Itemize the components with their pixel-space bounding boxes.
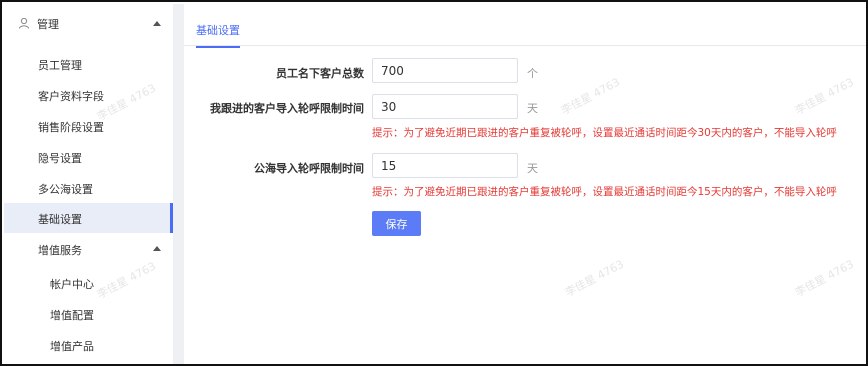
sidebar-item-account-center[interactable]: 帐户中心 (4, 268, 173, 298)
sidebar-item-value-products[interactable]: 增值产品 (4, 330, 173, 360)
unit-label: 天 (527, 162, 538, 175)
sidebar-item-label: 隐号设置 (38, 152, 82, 165)
hint-text: 提示：为了避免近期已跟进的客户重复被轮呼，设置最近通话时间距今15天内的客户，不… (372, 186, 837, 198)
field-label-followup-limit: 我跟进的客户导入轮呼限制时间 (210, 102, 364, 115)
sidebar-item-label: 增值配置 (50, 309, 94, 322)
unit-label: 个 (527, 67, 538, 80)
chevron-up-icon (153, 21, 161, 26)
sidebar-section-manage[interactable]: 管理 (4, 4, 173, 44)
sidebar-item-label: 销售阶段设置 (38, 121, 104, 134)
sidebar-item-basic-settings[interactable]: 基础设置 (4, 203, 173, 233)
sidebar-item-label: 增值产品 (50, 340, 94, 353)
sidebar-group-value-added[interactable]: 增值服务 (4, 234, 173, 264)
followup-limit-input[interactable] (372, 94, 518, 119)
save-button[interactable]: 保存 (372, 211, 421, 236)
hint-text: 提示：为了避免近期已跟进的客户重复被轮呼，设置最近通话时间距今30天内的客户，不… (372, 127, 837, 139)
sidebar-group-title: 增值服务 (38, 244, 82, 257)
tab-bar: 基础设置 (184, 4, 866, 48)
field-label-customer-total: 员工名下客户总数 (276, 67, 364, 80)
sidebar-item-multi-pool[interactable]: 多公海设置 (4, 173, 173, 203)
pool-limit-input[interactable] (372, 153, 518, 178)
unit-label: 天 (527, 102, 538, 115)
sidebar-divider (173, 4, 184, 364)
sidebar-item-label: 基础设置 (38, 213, 82, 226)
field-label-pool-limit: 公海导入轮呼限制时间 (254, 162, 364, 175)
sidebar-section-title: 管理 (37, 18, 59, 31)
app-frame: 管理 员工管理 客户资料字段 销售阶段设置 隐号设置 多公海设置 基础设置 增值… (0, 0, 868, 366)
chevron-up-icon (153, 246, 161, 251)
sidebar-item-label: 帐户中心 (50, 278, 94, 291)
customer-total-input[interactable] (372, 58, 518, 83)
sidebar-item-label: 员工管理 (38, 59, 82, 72)
sidebar: 管理 员工管理 客户资料字段 销售阶段设置 隐号设置 多公海设置 基础设置 增值… (4, 4, 173, 364)
sidebar-item-label: 多公海设置 (38, 183, 93, 196)
user-icon (19, 17, 29, 29)
sidebar-item-value-config[interactable]: 增值配置 (4, 299, 173, 329)
tab-basic-settings[interactable]: 基础设置 (196, 22, 240, 48)
main-content: 基础设置 员工名下客户总数 个 我跟进的客户导入轮呼限制时间 天 提示：为了避免… (184, 4, 866, 364)
sidebar-item-label: 客户资料字段 (38, 90, 104, 103)
